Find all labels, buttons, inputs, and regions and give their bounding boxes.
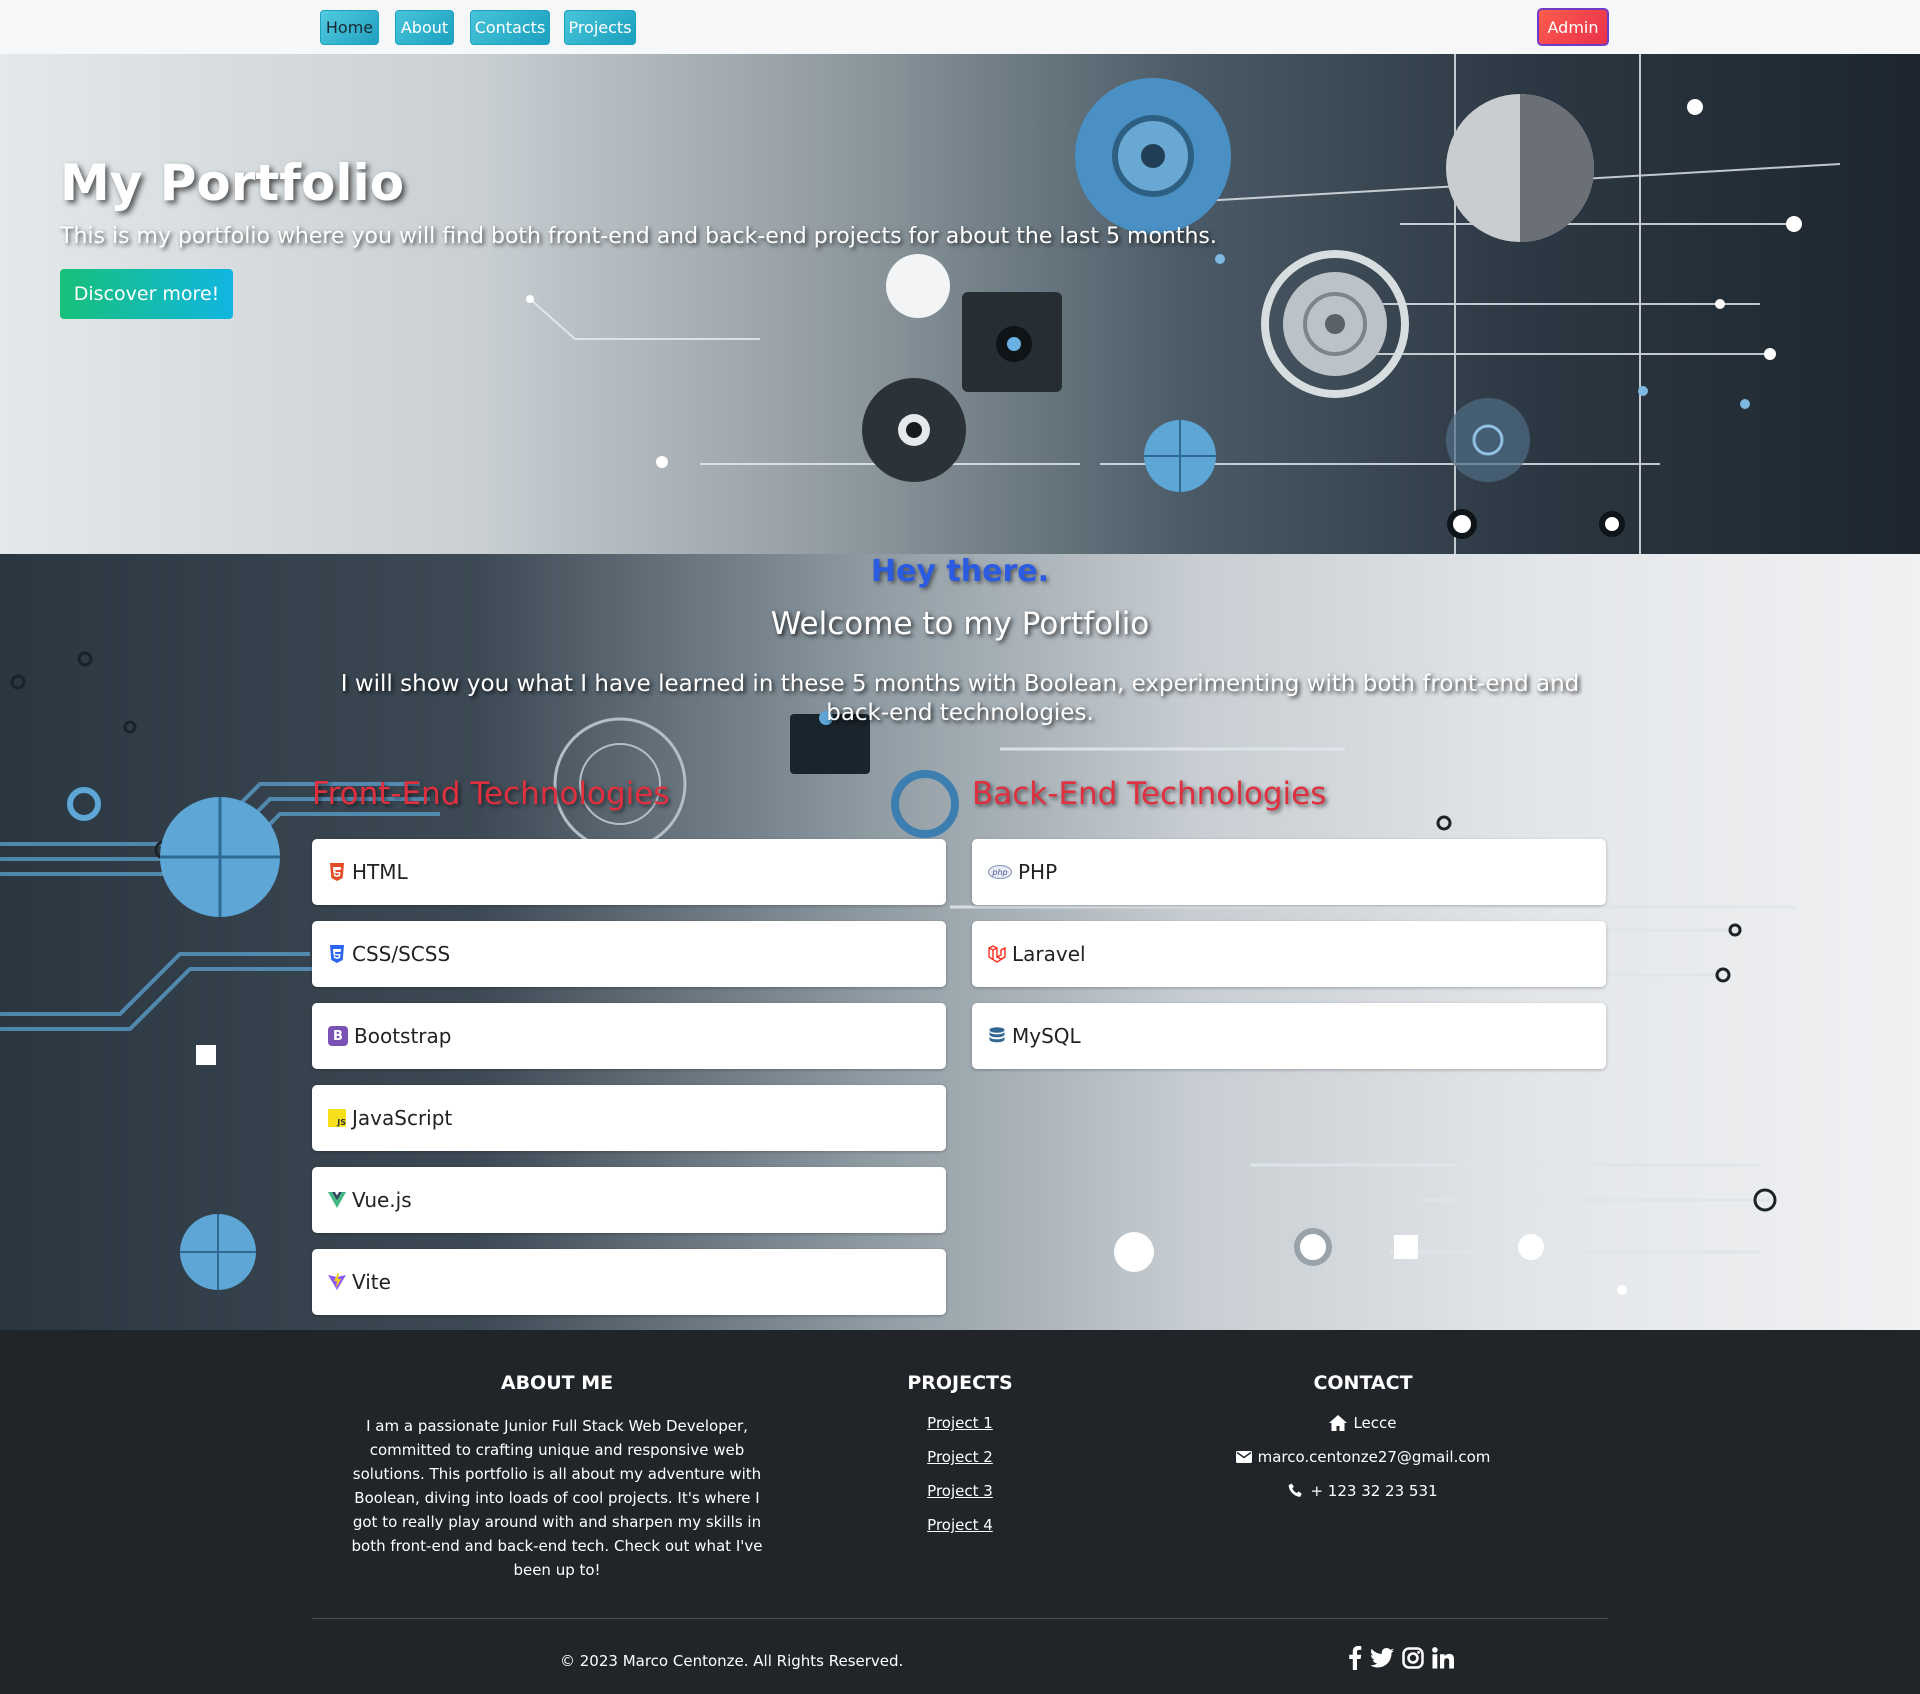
greeting-heading: Hey there. [870, 554, 1050, 589]
linkedin-icon[interactable] [1432, 1647, 1454, 1669]
footer-about-column: ABOUT ME I am a passionate Junior Full S… [348, 1372, 766, 1582]
hero-title: My Portfolio [60, 154, 405, 212]
copyright-text: © 2023 Marco Centonze. All Rights Reserv… [560, 1652, 904, 1670]
about-text: I am a passionate Junior Full Stack Web … [351, 1417, 763, 1579]
projects-title: PROJECTS [907, 1372, 1013, 1394]
php-icon: php [988, 863, 1012, 881]
email-text[interactable]: marco.centonze27@gmail.com [1258, 1448, 1491, 1466]
contact-email: marco.centonze27@gmail.com [1213, 1448, 1513, 1466]
tech-label: Vue.js [352, 1188, 412, 1212]
tech-label: Laravel [1012, 942, 1086, 966]
navbar: Home About Contacts Projects Admin [0, 0, 1920, 54]
laravel-icon [988, 945, 1006, 963]
svg-text:php: php [991, 868, 1007, 877]
vue-icon [328, 1191, 346, 1209]
tech-card-javascript: JS JavaScript [312, 1085, 946, 1151]
tech-label: PHP [1018, 860, 1058, 884]
tech-label: Vite [352, 1270, 391, 1294]
tech-label: JavaScript [352, 1106, 453, 1130]
tech-label: MySQL [1012, 1024, 1081, 1048]
tech-card-html: HTML [312, 839, 946, 905]
discover-more-button[interactable]: Discover more! [60, 269, 233, 319]
contact-title: CONTACT [1313, 1372, 1413, 1394]
project-link-1[interactable]: Project 1 [860, 1414, 1060, 1432]
project-link-4[interactable]: Project 4 [860, 1516, 1060, 1534]
tech-card-css: CSS/SCSS [312, 921, 946, 987]
twitter-icon[interactable] [1370, 1648, 1394, 1668]
front-end-title: Front-End Technologies [312, 776, 670, 812]
social-links [1348, 1646, 1454, 1670]
tech-card-php: php PHP [972, 839, 1606, 905]
hero-banner: My Portfolio This is my portfolio where … [0, 54, 1920, 554]
tech-label: CSS/SCSS [352, 942, 451, 966]
about-title: ABOUT ME [500, 1372, 614, 1394]
envelope-icon [1235, 1451, 1252, 1463]
nav-home-button[interactable]: Home [320, 10, 379, 45]
footer: ABOUT ME I am a passionate Junior Full S… [0, 1330, 1920, 1694]
html5-icon [328, 863, 346, 881]
tech-card-bootstrap: B Bootstrap [312, 1003, 946, 1069]
tech-label: Bootstrap [354, 1024, 452, 1048]
hero-background-image [526, 54, 1841, 554]
tech-card-vite: Vite [312, 1249, 946, 1315]
project-link-2[interactable]: Project 2 [860, 1448, 1060, 1466]
phone-text: + 123 32 23 531 [1310, 1482, 1438, 1500]
footer-contact-column: CONTACT Lecce marco.centonze27@gmail.com… [1213, 1372, 1513, 1516]
technologies-section: Hey there. Welcome to my Portfolio I wil… [0, 554, 1920, 1330]
css3-icon [328, 945, 346, 963]
nav-projects-button[interactable]: Projects [564, 10, 636, 45]
admin-button[interactable]: Admin [1537, 8, 1609, 46]
tech-card-mysql: MySQL [972, 1003, 1606, 1069]
hero-subtitle: This is my portfolio where you will find… [60, 224, 1217, 249]
vite-icon [328, 1273, 346, 1291]
city-text: Lecce [1353, 1414, 1397, 1432]
javascript-icon: JS [328, 1109, 346, 1127]
facebook-icon[interactable] [1348, 1646, 1362, 1670]
tech-card-vue: Vue.js [312, 1167, 946, 1233]
nav-contacts-button[interactable]: Contacts [470, 10, 550, 45]
tech-label: HTML [352, 860, 408, 884]
contact-phone: + 123 32 23 531 [1213, 1482, 1513, 1500]
home-icon [1329, 1415, 1348, 1431]
back-end-title: Back-End Technologies [972, 776, 1327, 812]
welcome-heading: Welcome to my Portfolio [770, 606, 1150, 642]
bootstrap-icon: B [328, 1026, 348, 1046]
footer-projects-column: PROJECTS Project 1 Project 2 Project 3 P… [860, 1372, 1060, 1550]
contact-city: Lecce [1213, 1414, 1513, 1432]
phone-icon [1289, 1483, 1303, 1497]
instagram-icon[interactable] [1402, 1647, 1424, 1669]
database-icon [988, 1027, 1006, 1045]
project-link-3[interactable]: Project 3 [860, 1482, 1060, 1500]
intro-text: I will show you what I have learned in t… [340, 671, 1580, 726]
footer-divider [312, 1618, 1608, 1619]
tech-card-laravel: Laravel [972, 921, 1606, 987]
nav-about-button[interactable]: About [395, 10, 454, 45]
